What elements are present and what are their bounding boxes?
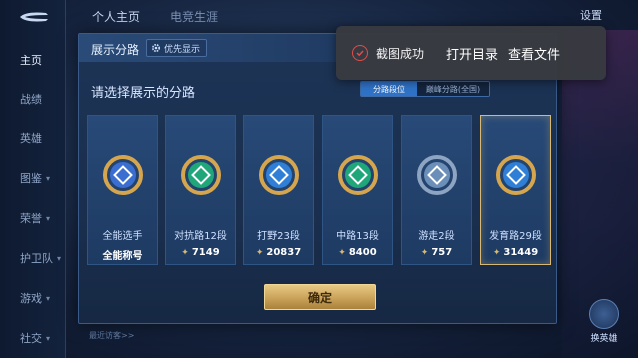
sidebar-item[interactable]: 护卫队 ▾ (0, 246, 66, 270)
switch-hero-label: 换英雄 (590, 334, 618, 344)
lane-card[interactable]: 游走2段 ✦ 757 (401, 115, 472, 265)
points-icon: ✦ (255, 248, 264, 258)
sidebar-item-label: 图鉴 (20, 172, 42, 185)
toggle-lane-rank[interactable]: 分路段位 (361, 82, 417, 96)
recent-visitors-link[interactable]: 最近访客>> (89, 330, 134, 341)
lane-card-value-text: 31449 (503, 247, 539, 258)
check-circle-icon (352, 45, 368, 61)
sidebar-item-label: 社交 (20, 332, 42, 345)
settings-button[interactable]: 设置 (580, 7, 602, 23)
sidebar-item-label: 主页 (20, 54, 42, 67)
lane-card-value-text: 7149 (191, 247, 220, 258)
open-folder-button[interactable]: 打开目录 (446, 44, 498, 63)
switch-hero-button[interactable]: 换英雄 (582, 299, 626, 344)
lane-card[interactable]: 发育路29段 ✦ 31449 (480, 115, 551, 265)
farm-lane-badge-icon (496, 155, 536, 195)
lane-card-value-text: 757 (431, 247, 453, 258)
lane-card-label: 发育路29段 (489, 231, 542, 242)
chevron-down-icon: ▾ (46, 333, 51, 343)
lane-card-value-text: 8400 (348, 247, 377, 258)
sidebar-item-label: 战绩 (20, 93, 42, 106)
back-arrow-icon (20, 12, 48, 22)
lane-card-label: 打野23段 (257, 231, 300, 242)
sidebar-item[interactable]: 荣誉 ▾ (0, 206, 66, 230)
priority-display-label: 优先显示 (164, 44, 201, 55)
lane-mode-toggle: 分路段位 巅峰分路(全国) (360, 81, 490, 97)
sidebar-item[interactable]: 社交 ▾ (0, 326, 66, 350)
switch-hero-icon (589, 299, 619, 329)
sidebar-item-label: 游戏 (20, 292, 42, 305)
chevron-down-icon: ▾ (46, 213, 51, 223)
sidebar-item[interactable]: 主页 (0, 48, 66, 72)
lane-card-value-text: 全能称号 (102, 251, 143, 262)
lane-card[interactable]: 对抗路12段 ✦ 7149 (165, 115, 236, 265)
all-round-badge-icon (103, 155, 143, 195)
jungle-badge-icon (259, 155, 299, 195)
toggle-peak-lane-national[interactable]: 巅峰分路(全国) (417, 82, 489, 96)
lane-card-label: 游走2段 (418, 231, 455, 242)
sidebar-item-label: 英雄 (20, 132, 42, 145)
lane-card-label: 中路13段 (336, 231, 379, 242)
lane-card-value: ✦ 757 (402, 247, 471, 258)
mid-lane-badge-icon (338, 155, 378, 195)
points-icon: ✦ (420, 248, 429, 258)
priority-display-button[interactable]: 优先显示 (146, 39, 208, 57)
clash-lane-badge-icon (181, 155, 221, 195)
points-icon: ✦ (492, 248, 501, 258)
lane-card-value: ✦ 8400 (323, 247, 392, 258)
lane-card[interactable]: 中路13段 ✦ 8400 (322, 115, 393, 265)
toast-message: 截图成功 (376, 46, 425, 61)
sidebar-item[interactable]: 英雄 (0, 126, 66, 150)
gear-icon (151, 43, 161, 53)
view-file-button[interactable]: 查看文件 (508, 44, 560, 63)
points-icon: ✦ (181, 248, 189, 258)
chevron-down-icon: ▾ (57, 253, 62, 263)
sidebar-item[interactable]: 游戏 ▾ (0, 286, 66, 310)
tab-esports-career[interactable]: 电竞生涯 (170, 8, 218, 25)
screenshot-toast: 截图成功 打开目录 查看文件 (336, 26, 606, 80)
lane-card-value: ✦ 20837 (244, 247, 313, 258)
lane-card[interactable]: 打野23段 ✦ 20837 (243, 115, 314, 265)
chevron-down-icon: ▾ (46, 293, 51, 303)
confirm-button[interactable]: 确定 (264, 284, 376, 310)
lane-card-value-text: 20837 (266, 247, 302, 258)
sidebar-item-label: 荣誉 (20, 212, 42, 225)
lane-card-value: ✦ 31449 (481, 247, 550, 258)
sidebar-item-label: 护卫队 (20, 252, 53, 265)
chevron-down-icon: ▾ (46, 173, 51, 183)
roam-badge-icon (417, 155, 457, 195)
tab-profile[interactable]: 个人主页 (92, 8, 140, 25)
dialog-title: 展示分路 (91, 43, 140, 57)
lane-card-value: 全能称号 (88, 247, 157, 262)
points-icon: ✦ (338, 248, 346, 258)
lane-card[interactable]: 全能选手 全能称号 (87, 115, 158, 265)
lane-card-value: ✦ 7149 (166, 247, 235, 258)
sidebar-item[interactable]: 图鉴 ▾ (0, 166, 66, 190)
sidebar: 主页战绩英雄图鉴 ▾ 荣誉 ▾ 护卫队 ▾ 游戏 ▾ 社交 ▾ (0, 0, 66, 358)
lane-card-label: 全能选手 (102, 231, 143, 242)
lane-card-label: 对抗路12段 (174, 231, 227, 242)
back-button[interactable] (14, 8, 54, 26)
sidebar-item[interactable]: 战绩 (0, 87, 66, 111)
lane-select-prompt: 请选择展示的分路 (91, 86, 196, 101)
